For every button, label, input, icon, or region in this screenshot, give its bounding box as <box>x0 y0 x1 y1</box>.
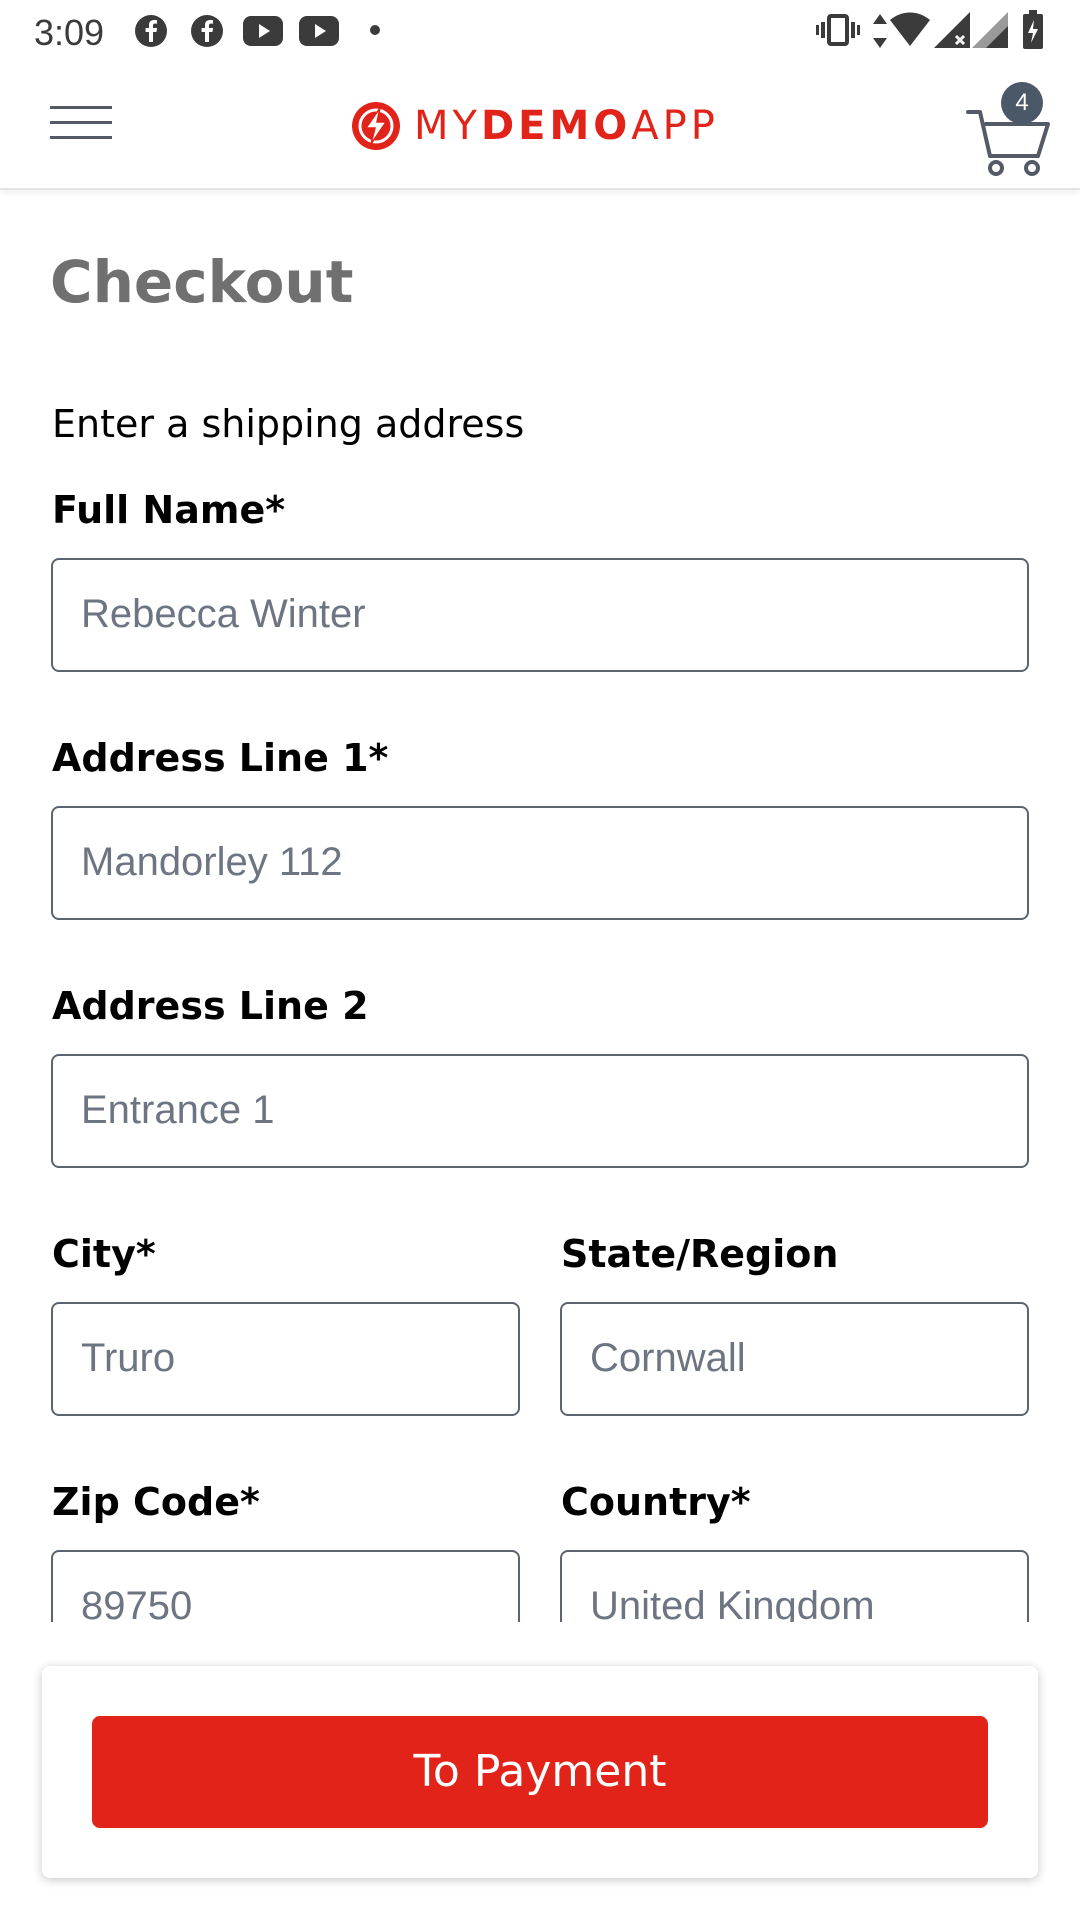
logo-bolt-icon <box>352 102 400 150</box>
full-name-field[interactable]: Rebecca Winter <box>51 558 1029 672</box>
wifi-icon <box>890 12 930 46</box>
status-time: 3:09 <box>34 12 105 53</box>
facebook-icon <box>135 15 167 47</box>
city-field[interactable]: Truro <box>51 1302 520 1416</box>
data-arrows-icon <box>873 14 887 48</box>
address-line-2-field[interactable]: Entrance 1 <box>51 1054 1029 1168</box>
vibrate-icon <box>816 14 860 46</box>
checkout-footer-panel: To Payment <box>42 1666 1038 1878</box>
youtube-icon <box>299 16 339 46</box>
section-title: Enter a shipping address <box>52 402 525 446</box>
city-label: City* <box>52 1232 156 1276</box>
page-title: Checkout <box>50 248 354 316</box>
address-line-2-label: Address Line 2 <box>52 984 369 1028</box>
state-region-field[interactable]: Cornwall <box>560 1302 1029 1416</box>
logo-text: MYDEMOAPP <box>414 103 719 149</box>
dot-icon <box>370 25 380 35</box>
status-bar: 3:09 <box>0 0 1080 62</box>
country-label: Country* <box>561 1480 751 1524</box>
hamburger-menu-icon <box>50 106 112 139</box>
zip-code-label: Zip Code* <box>52 1480 260 1524</box>
checkout-content: Checkout Enter a shipping address Full N… <box>0 190 1080 1622</box>
signal-icon <box>934 12 970 48</box>
country-field[interactable]: United Kingdom <box>560 1550 1029 1622</box>
cart-count-badge: 4 <box>1001 82 1043 124</box>
address-line-1-field[interactable]: Mandorley 112 <box>51 806 1029 920</box>
signal-icon <box>972 12 1008 48</box>
hamburger-menu-button[interactable] <box>46 100 118 152</box>
zip-code-field[interactable]: 89750 <box>51 1550 520 1622</box>
state-region-label: State/Region <box>561 1232 839 1276</box>
app-logo: MYDEMOAPP <box>350 98 719 154</box>
full-name-label: Full Name* <box>52 488 286 532</box>
address-line-1-label: Address Line 1* <box>52 736 389 780</box>
app-header: MYDEMOAPP <box>0 62 1080 190</box>
youtube-icon <box>243 16 283 46</box>
battery-charging-icon <box>1023 10 1043 49</box>
to-payment-button[interactable]: To Payment <box>92 1716 988 1828</box>
facebook-icon <box>191 15 223 47</box>
